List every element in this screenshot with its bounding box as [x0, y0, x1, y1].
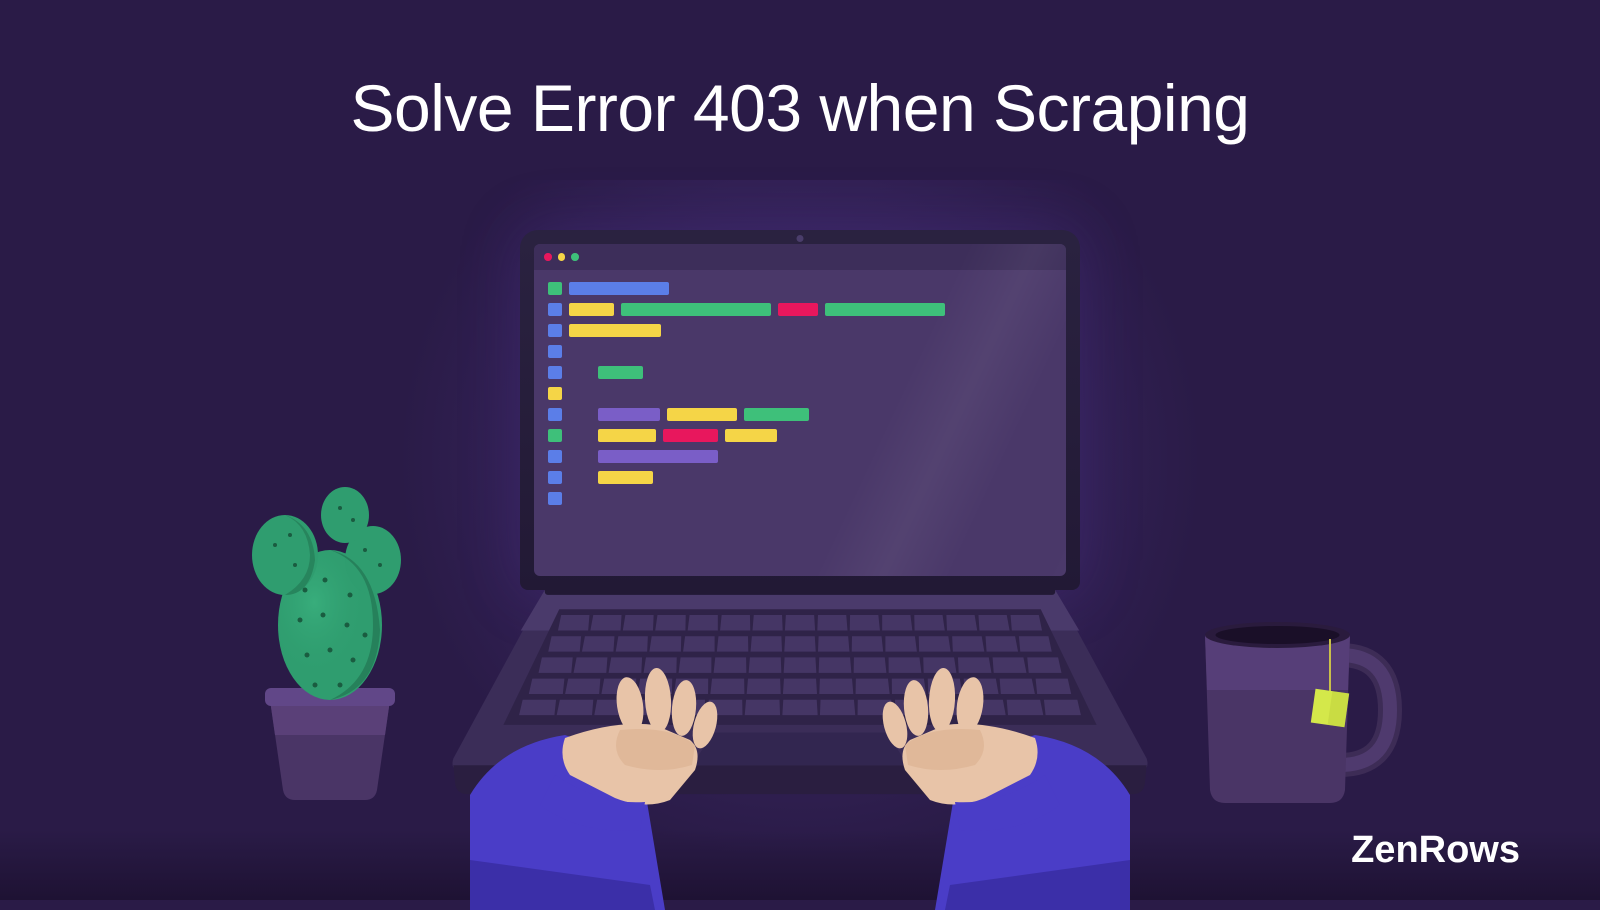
gutter-marker [548, 429, 562, 442]
gutter-marker [548, 408, 562, 421]
gutter-marker [548, 471, 562, 484]
code-segment [663, 429, 718, 442]
code-segment [598, 429, 656, 442]
code-segment [598, 366, 643, 379]
camera-dot [797, 235, 804, 242]
code-segment [569, 303, 614, 316]
window-titlebar [534, 244, 1066, 270]
minimize-dot-icon [558, 253, 566, 261]
code-line [548, 492, 1052, 505]
cactus-illustration [225, 400, 435, 800]
laptop-illustration [505, 230, 1095, 590]
code-segment [569, 282, 669, 295]
gutter-marker [548, 450, 562, 463]
page-title: Solve Error 403 when Scraping [351, 70, 1250, 146]
laptop-screen-bezel [520, 230, 1080, 590]
code-segment [621, 303, 771, 316]
code-segment [744, 408, 809, 421]
gutter-marker [548, 387, 562, 400]
code-segment [598, 450, 718, 463]
code-line [548, 429, 1052, 442]
code-segment [598, 408, 660, 421]
close-dot-icon [544, 253, 552, 261]
gutter-marker [548, 345, 562, 358]
gutter-marker [548, 303, 562, 316]
code-line [548, 282, 1052, 295]
gutter-marker [548, 366, 562, 379]
left-hand-illustration [470, 630, 730, 910]
code-segment [778, 303, 818, 316]
code-line [548, 324, 1052, 337]
gutter-marker [548, 324, 562, 337]
mug-illustration [1175, 595, 1405, 815]
code-line [548, 303, 1052, 316]
gutter-marker [548, 492, 562, 505]
code-line [548, 408, 1052, 421]
gutter-marker [548, 282, 562, 295]
code-line [548, 366, 1052, 379]
right-hand-illustration [870, 630, 1130, 910]
code-segment [667, 408, 737, 421]
code-area [534, 270, 1066, 525]
code-line [548, 471, 1052, 484]
maximize-dot-icon [571, 253, 579, 261]
code-line [548, 345, 1052, 358]
laptop-screen [534, 244, 1066, 576]
code-segment [569, 324, 661, 337]
code-segment [825, 303, 945, 316]
brand-logo: ZenRows [1351, 829, 1520, 872]
code-segment [598, 471, 653, 484]
code-line [548, 387, 1052, 400]
code-segment [725, 429, 777, 442]
code-line [548, 450, 1052, 463]
